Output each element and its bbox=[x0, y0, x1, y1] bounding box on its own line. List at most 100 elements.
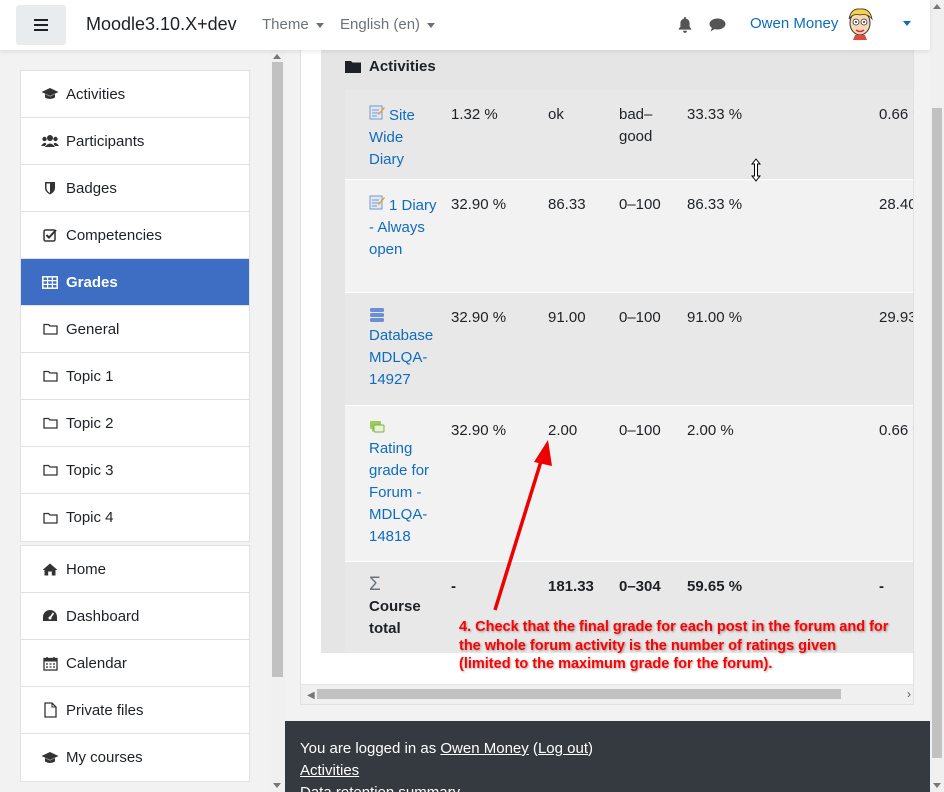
site-nav: Home Dashboard Calendar Private files My… bbox=[20, 545, 250, 782]
sidebar-item-activities[interactable]: Activities bbox=[21, 71, 249, 118]
page-footer: You are logged in as Owen Money (Log out… bbox=[285, 721, 930, 792]
avatar[interactable] bbox=[845, 7, 875, 43]
sidebar-item-grades[interactable]: Grades bbox=[21, 259, 249, 306]
language-menu-label: English (en) bbox=[340, 16, 421, 33]
folder-icon bbox=[41, 510, 59, 526]
footer-activities-link[interactable]: Activities bbox=[300, 762, 359, 779]
sidebar-item-topic-4[interactable]: Topic 4 bbox=[21, 494, 249, 541]
scroll-down-icon[interactable] bbox=[933, 783, 941, 788]
grade-item-link[interactable]: 1 Diary - Always open bbox=[369, 194, 439, 261]
sidebar-item-calendar[interactable]: Calendar bbox=[21, 640, 249, 687]
sidebar-item-topic-2[interactable]: Topic 2 bbox=[21, 400, 249, 447]
sidebar-item-label: General bbox=[66, 320, 120, 338]
weight-cell: 32.90 % bbox=[451, 309, 507, 326]
database-icon bbox=[370, 308, 384, 322]
sidebar-item-label: Activities bbox=[66, 85, 126, 103]
sigma-icon: Σ bbox=[369, 574, 381, 595]
contribution-cell: 29.93 % bbox=[879, 309, 914, 326]
chat-icon[interactable] bbox=[709, 18, 726, 32]
table-row: 1 Diary - Always open 32.90 % 86.33 0–10… bbox=[345, 180, 914, 293]
course-total-label: Σ Course total bbox=[369, 574, 439, 640]
folder-icon bbox=[41, 415, 59, 431]
annotation-arrow bbox=[493, 440, 552, 611]
sidebar-item-my-courses[interactable]: My courses bbox=[21, 734, 249, 781]
annotation-text: 4. Check that the final grade for each p… bbox=[459, 619, 889, 672]
contribution-cell: 0.66 % bbox=[879, 106, 913, 123]
sidebar-item-label: Topic 3 bbox=[66, 461, 114, 479]
table-row: Database MDLQA-14927 32.90 % 91.00 0–100… bbox=[345, 293, 914, 406]
bell-icon[interactable] bbox=[678, 17, 692, 33]
shield-icon bbox=[41, 180, 59, 196]
range-cell: 0–100 bbox=[619, 422, 661, 439]
caret-down-icon bbox=[315, 22, 324, 28]
sidebar-item-competencies[interactable]: Competencies bbox=[21, 212, 249, 259]
mortarboard-icon bbox=[41, 750, 59, 766]
resize-cursor-icon bbox=[751, 158, 761, 182]
grade-cell: 86.33 bbox=[548, 196, 586, 213]
contribution-cell: 28.40 % bbox=[879, 196, 914, 213]
range-cell: bad–good bbox=[619, 106, 653, 145]
sidebar-item-badges[interactable]: Badges bbox=[21, 165, 249, 212]
site-name-link[interactable]: Moodle3.10.X+dev bbox=[86, 14, 237, 35]
sidebar-item-topic-3[interactable]: Topic 3 bbox=[21, 447, 249, 494]
grade-item-link[interactable]: Rating grade for Forum - MDLQA-14818 bbox=[369, 420, 439, 548]
sidebar-item-general[interactable]: General bbox=[21, 306, 249, 353]
sidebar-item-participants[interactable]: Participants bbox=[21, 118, 249, 165]
grade-cell: 91.00 bbox=[548, 309, 586, 326]
forum-icon bbox=[370, 421, 385, 433]
sidebar-item-label: My courses bbox=[66, 749, 143, 766]
sidebar-item-label: Badges bbox=[66, 179, 117, 197]
table-icon bbox=[41, 274, 59, 290]
course-nav: Activities Participants Badges Competenc… bbox=[20, 70, 250, 542]
sidebar-item-label: Participants bbox=[66, 132, 145, 150]
folder-icon bbox=[41, 462, 59, 478]
grade-item-link[interactable]: Site Wide Diary bbox=[369, 104, 439, 171]
weight-cell: 1.32 % bbox=[451, 106, 498, 123]
contribution-cell: 0.66 % bbox=[879, 422, 913, 439]
language-menu[interactable]: English (en) bbox=[340, 16, 436, 33]
user-name-link[interactable]: Owen Money bbox=[750, 15, 838, 32]
file-icon bbox=[41, 702, 59, 718]
percentage-cell: 33.33 % bbox=[687, 106, 743, 123]
percentage-cell: 86.33 % bbox=[687, 196, 743, 213]
scrollbar-thumb[interactable] bbox=[317, 689, 841, 699]
drawer-scrollbar[interactable] bbox=[270, 50, 285, 792]
scrollbar-thumb[interactable] bbox=[272, 62, 283, 677]
weight-cell: 32.90 % bbox=[451, 196, 507, 213]
grade-item-name: Rating grade for Forum - MDLQA-14818 bbox=[369, 440, 430, 545]
table-horizontal-scrollbar[interactable]: ◀ › bbox=[301, 684, 913, 704]
category-label: Activities bbox=[369, 58, 436, 75]
theme-menu[interactable]: Theme bbox=[262, 16, 324, 33]
percentage-cell: 59.65 % bbox=[687, 578, 743, 595]
sidebar-item-home[interactable]: Home bbox=[21, 546, 249, 593]
sidebar-item-private-files[interactable]: Private files bbox=[21, 687, 249, 734]
weight-cell: - bbox=[451, 578, 456, 595]
sidebar-item-label: Topic 1 bbox=[66, 367, 114, 385]
scroll-left-icon[interactable]: ◀ bbox=[307, 690, 315, 701]
sidebar-item-label: Home bbox=[66, 560, 107, 578]
sidebar-item-label: Grades bbox=[66, 273, 118, 291]
footer-user-link[interactable]: Owen Money bbox=[440, 740, 528, 757]
folder-icon bbox=[41, 368, 59, 384]
users-icon bbox=[41, 133, 59, 149]
grade-item-link[interactable]: Database MDLQA-14927 bbox=[369, 307, 439, 391]
logout-link[interactable]: Log out bbox=[538, 740, 588, 757]
sidebar-item-dashboard[interactable]: Dashboard bbox=[21, 593, 249, 640]
top-navbar: Moodle3.10.X+dev Theme English (en) Owen… bbox=[0, 0, 930, 50]
window-scrollbar[interactable] bbox=[930, 0, 944, 792]
login-prefix: You are logged in as bbox=[300, 740, 441, 757]
scroll-up-icon[interactable] bbox=[273, 54, 281, 59]
scroll-down-icon[interactable] bbox=[273, 783, 281, 788]
scroll-up-icon[interactable] bbox=[933, 4, 941, 9]
percentage-cell: 2.00 % bbox=[687, 422, 734, 439]
contribution-cell: - bbox=[879, 578, 884, 595]
sidebar-item-label: Competencies bbox=[66, 226, 162, 244]
scroll-right-icon[interactable]: › bbox=[907, 687, 911, 701]
grade-cell: ok bbox=[548, 106, 564, 123]
hamburger-button[interactable] bbox=[16, 5, 66, 45]
user-menu-caret-icon[interactable] bbox=[903, 21, 911, 26]
scrollbar-thumb[interactable] bbox=[932, 108, 942, 758]
theme-menu-label: Theme bbox=[262, 16, 309, 33]
sidebar-item-topic-1[interactable]: Topic 1 bbox=[21, 353, 249, 400]
data-retention-link[interactable]: Data retention summary bbox=[300, 784, 460, 792]
